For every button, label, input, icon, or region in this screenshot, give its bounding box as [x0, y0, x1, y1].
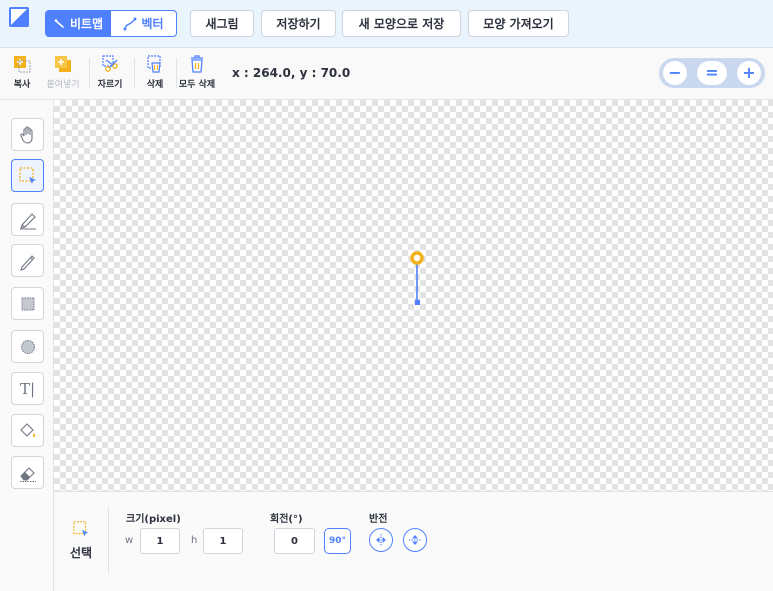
- eraser-tool-button[interactable]: [11, 456, 44, 489]
- brush-tool-icon: [19, 212, 36, 229]
- zoom-controls: − = +: [659, 58, 765, 88]
- select-icon: [73, 521, 89, 537]
- vector-mode-label: 벡터: [141, 17, 164, 31]
- rotation-handle[interactable]: [410, 251, 424, 265]
- copy-icon: [14, 56, 31, 73]
- zoom-out-button[interactable]: −: [663, 61, 687, 85]
- brush-tool-button[interactable]: [11, 203, 44, 236]
- eraser-icon: [19, 466, 36, 482]
- zoom-in-button[interactable]: +: [737, 61, 761, 85]
- import-shape-button[interactable]: 모양 가져오기: [468, 10, 569, 37]
- width-input[interactable]: [140, 528, 180, 554]
- flip-title: 반전: [369, 514, 388, 525]
- size-title: 크기(pixel): [126, 514, 181, 525]
- select-icon: [18, 166, 36, 184]
- mode-toggle: 비트맵 벡터: [45, 10, 177, 37]
- save-button[interactable]: 저장하기: [261, 10, 336, 37]
- delete-all-tool[interactable]: 모두 삭제: [177, 54, 217, 90]
- flip-vertical-button[interactable]: [403, 528, 427, 552]
- flip-horizontal-icon: [376, 534, 386, 546]
- bitmap-mode-label: 비트맵: [69, 17, 104, 31]
- new-drawing-button[interactable]: 새그림: [190, 10, 254, 37]
- rectangle-icon: [21, 297, 34, 310]
- hand-tool-button[interactable]: [11, 118, 44, 151]
- trash-icon: [147, 55, 161, 73]
- flip-vertical-icon: [409, 535, 421, 545]
- rectangle-tool-button[interactable]: [11, 287, 44, 320]
- pen-curve-icon: [123, 17, 137, 30]
- select-tool-button[interactable]: [11, 159, 44, 192]
- cut-label: 자르기: [97, 80, 123, 90]
- top-bar: 비트맵 벡터 새그림 저장하기 새 모양으로 저장 모양 가져오기: [0, 0, 773, 48]
- delete-all-label: 모두 삭제: [178, 80, 216, 90]
- rotation-title: 회전(°): [270, 514, 303, 525]
- brush-icon: [54, 18, 64, 28]
- paint-bucket-icon: [19, 422, 35, 437]
- fill-tool-button[interactable]: [11, 414, 44, 447]
- pencil-icon: [19, 254, 35, 271]
- copy-tool[interactable]: 복사: [2, 54, 42, 90]
- paste-tool[interactable]: 붙여넣기: [43, 54, 83, 90]
- zoom-reset-button[interactable]: =: [697, 61, 727, 85]
- ellipse-icon: [20, 339, 35, 354]
- app-logo-icon: [9, 7, 29, 27]
- current-tool-label: 선택: [69, 546, 93, 560]
- rotation-input[interactable]: [274, 528, 315, 554]
- scissors-icon: [102, 55, 118, 72]
- flip-horizontal-button[interactable]: [369, 528, 393, 552]
- copy-label: 복사: [13, 80, 31, 90]
- pencil-tool-button[interactable]: [11, 244, 44, 277]
- save-as-new-shape-button[interactable]: 새 모양으로 저장: [342, 10, 461, 37]
- cut-tool[interactable]: 자르기: [90, 54, 130, 90]
- delete-label: 삭제: [146, 80, 164, 90]
- height-label: h: [191, 535, 198, 546]
- current-tool-indicator: 선택: [68, 520, 94, 561]
- text-tool-button[interactable]: T|: [11, 372, 44, 405]
- selection-properties-panel: 선택 크기(pixel) w h 회전(°) 90° 반전: [54, 491, 773, 591]
- width-label: w: [125, 535, 134, 546]
- paste-label: 붙여넣기: [46, 80, 80, 90]
- tool-sidebar: T|: [0, 100, 54, 591]
- delete-tool[interactable]: 삭제: [135, 54, 175, 90]
- drawing-canvas[interactable]: [54, 100, 773, 491]
- vector-mode-button[interactable]: 벡터: [111, 11, 176, 36]
- bitmap-mode-button[interactable]: 비트맵: [46, 11, 111, 36]
- selection-point[interactable]: [415, 300, 420, 305]
- trash-all-icon: [191, 55, 203, 73]
- height-input[interactable]: [203, 528, 243, 554]
- edit-toolbar: 복사 붙여넣기 자르기 삭제 모두 삭제: [0, 48, 773, 100]
- paste-icon: [55, 56, 71, 72]
- hand-icon: [19, 125, 33, 144]
- panel-divider: [108, 508, 109, 574]
- cursor-coordinates: x : 264.0, y : 70.0: [232, 66, 351, 80]
- selection-box: [410, 251, 424, 305]
- ellipse-tool-button[interactable]: [11, 330, 44, 363]
- rotate-90-button[interactable]: 90°: [324, 528, 351, 554]
